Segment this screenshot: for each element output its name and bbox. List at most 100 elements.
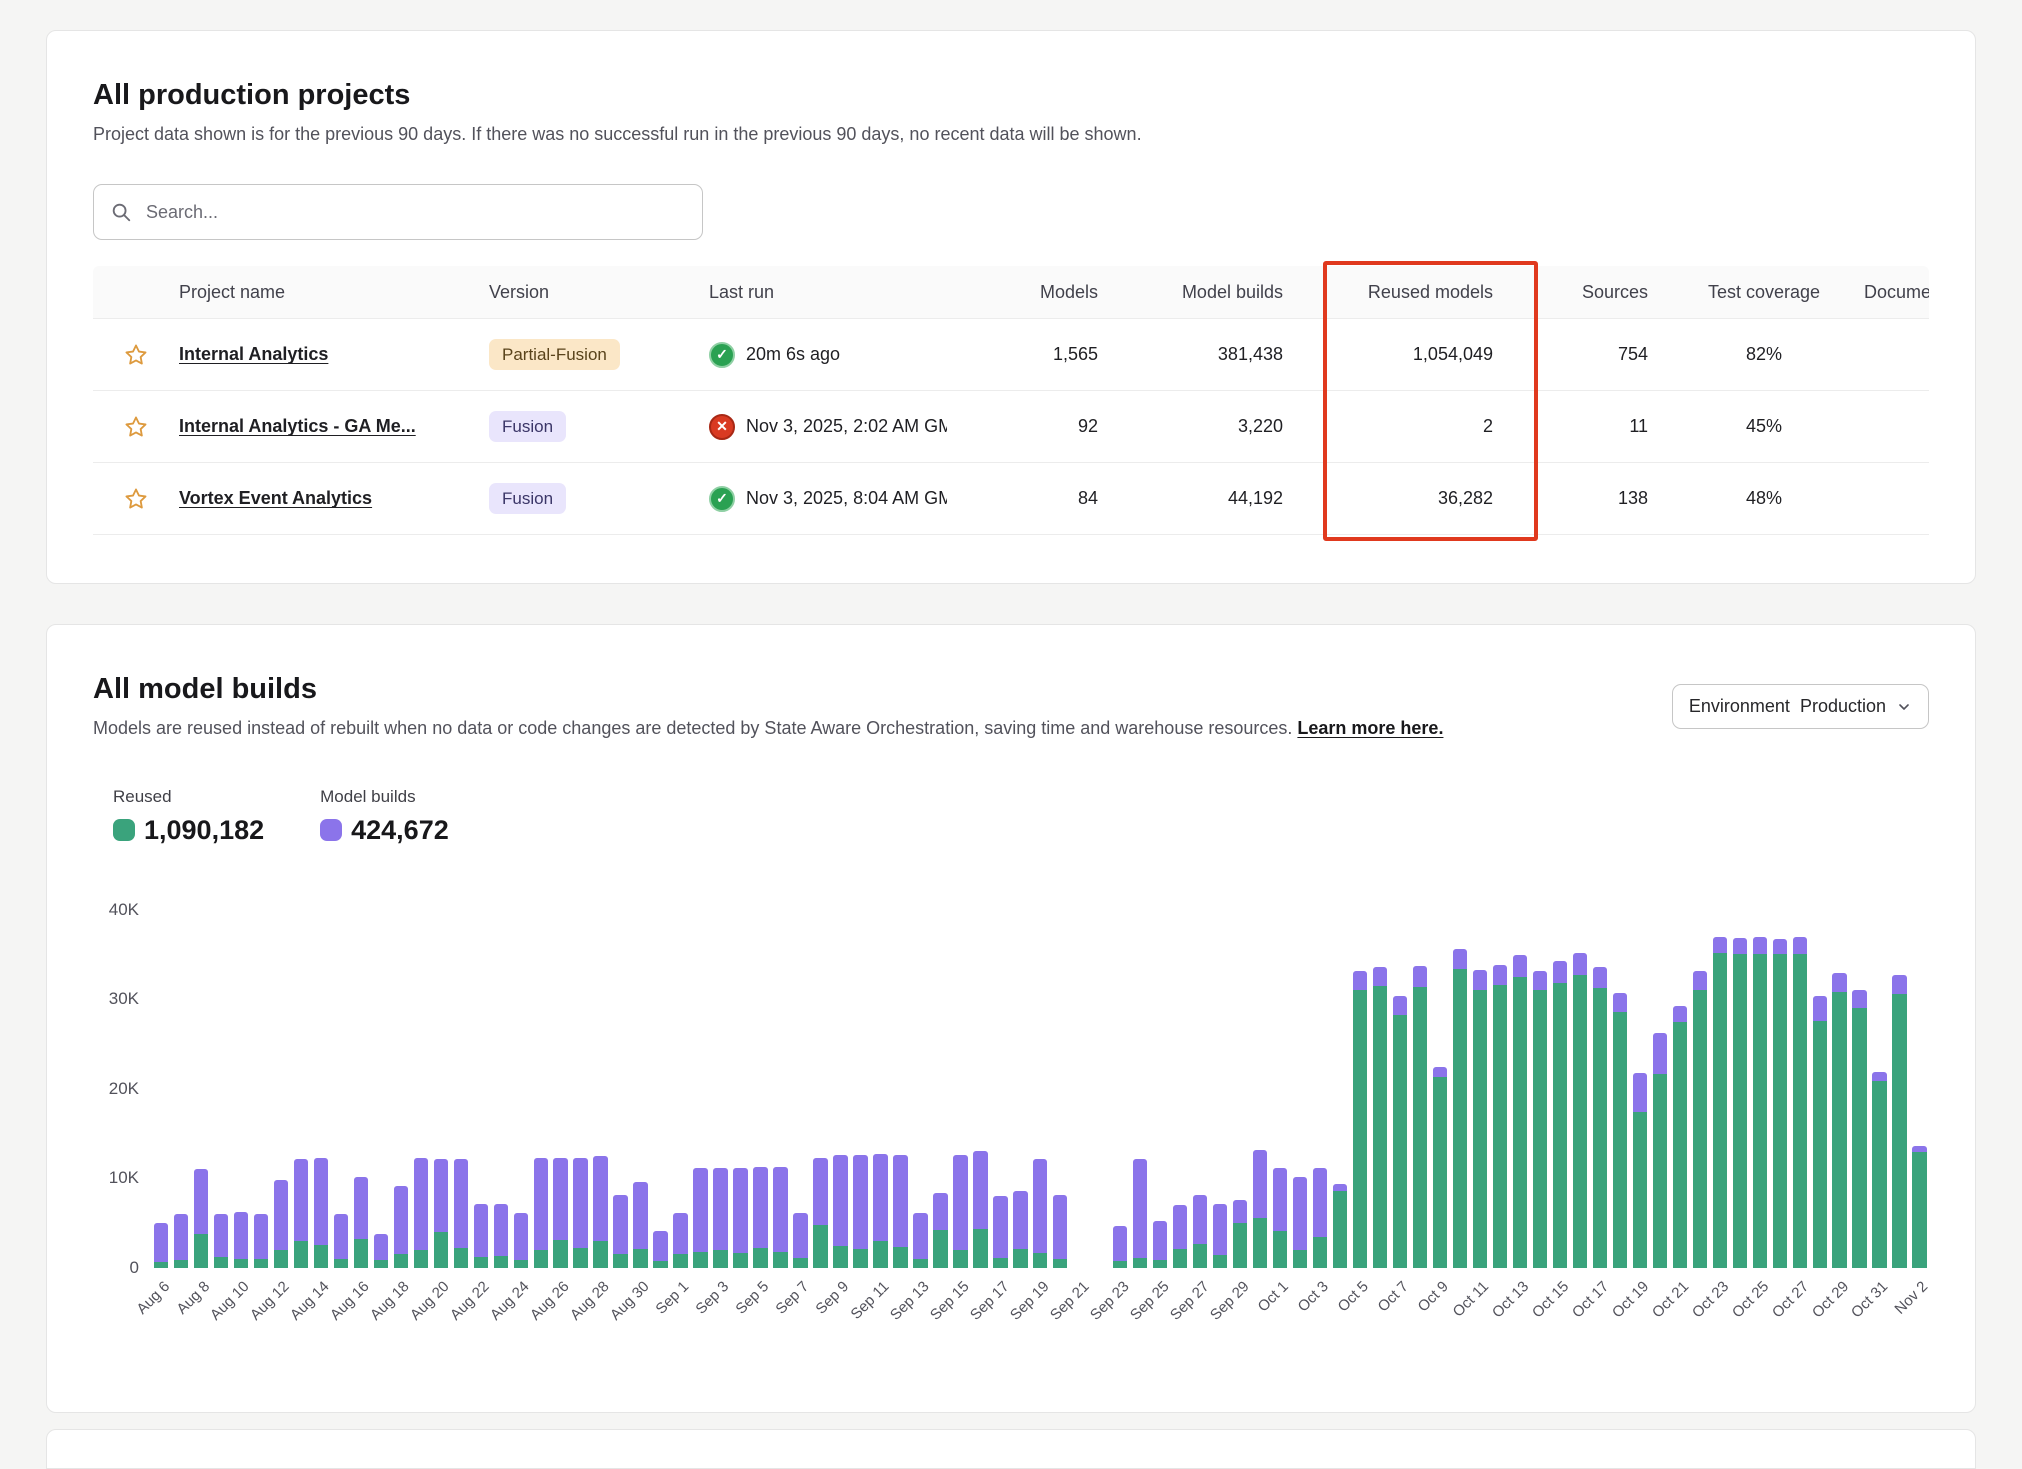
stacked-bar[interactable] <box>1433 1067 1447 1267</box>
stacked-bar[interactable] <box>1013 1191 1027 1268</box>
stacked-bar[interactable] <box>1832 973 1846 1267</box>
stacked-bar[interactable] <box>274 1180 288 1268</box>
stacked-bar[interactable] <box>993 1196 1007 1268</box>
stacked-bar[interactable] <box>1353 971 1367 1268</box>
stacked-bar[interactable] <box>873 1154 887 1268</box>
stacked-bar[interactable] <box>1213 1204 1227 1268</box>
stacked-bar[interactable] <box>973 1151 987 1267</box>
stacked-bar[interactable] <box>1633 1073 1647 1267</box>
project-name-link[interactable]: Internal Analytics <box>179 344 489 365</box>
stacked-bar[interactable] <box>713 1168 727 1267</box>
stacked-bar[interactable] <box>913 1213 927 1268</box>
stacked-bar[interactable] <box>214 1214 228 1268</box>
stacked-bar[interactable] <box>1333 1184 1347 1267</box>
stacked-bar[interactable] <box>593 1156 607 1268</box>
stacked-bar[interactable] <box>174 1214 188 1268</box>
stacked-bar[interactable] <box>1653 1033 1667 1267</box>
stacked-bar[interactable] <box>953 1155 967 1268</box>
project-search-box[interactable] <box>93 184 703 240</box>
stacked-bar[interactable] <box>1912 1146 1926 1268</box>
stacked-bar[interactable] <box>1593 967 1607 1268</box>
stacked-bar[interactable] <box>1033 1159 1047 1267</box>
stacked-bar[interactable] <box>833 1155 847 1268</box>
stacked-bar[interactable] <box>1693 971 1707 1268</box>
stacked-bar[interactable] <box>753 1167 767 1267</box>
stacked-bar[interactable] <box>1513 955 1527 1267</box>
stacked-bar[interactable] <box>234 1212 248 1268</box>
project-name-link[interactable]: Vortex Event Analytics <box>179 488 489 509</box>
favorite-star-icon[interactable] <box>93 342 179 368</box>
stacked-bar[interactable] <box>1413 966 1427 1268</box>
learn-more-link[interactable]: Learn more here. <box>1297 718 1443 738</box>
stacked-bar[interactable] <box>1113 1226 1127 1267</box>
stacked-bar[interactable] <box>1253 1150 1267 1267</box>
stacked-bar[interactable] <box>514 1213 528 1268</box>
stacked-bar[interactable] <box>673 1213 687 1268</box>
stacked-bar[interactable] <box>1193 1195 1207 1267</box>
stacked-bar[interactable] <box>1852 990 1866 1267</box>
stacked-bar[interactable] <box>414 1158 428 1267</box>
stacked-bar[interactable] <box>933 1193 947 1267</box>
stacked-bar[interactable] <box>534 1158 548 1267</box>
stacked-bar[interactable] <box>374 1234 388 1268</box>
stacked-bar[interactable] <box>813 1158 827 1267</box>
environment-select[interactable]: Environment Production <box>1672 684 1929 729</box>
stacked-bar[interactable] <box>1053 1195 1067 1268</box>
stacked-bar[interactable] <box>1733 938 1747 1267</box>
stacked-bar[interactable] <box>434 1159 448 1267</box>
stacked-bar[interactable] <box>1613 993 1627 1268</box>
stacked-bar[interactable] <box>1473 970 1487 1268</box>
stacked-bar[interactable] <box>1892 975 1906 1268</box>
stacked-bar[interactable] <box>893 1155 907 1268</box>
model-builds-segment <box>773 1167 787 1251</box>
stacked-bar[interactable] <box>314 1158 328 1267</box>
bar-slot: Sep 21 <box>1070 910 1090 1268</box>
stacked-bar[interactable] <box>1153 1221 1167 1268</box>
stacked-bar[interactable] <box>733 1168 747 1267</box>
stacked-bar[interactable] <box>1793 937 1807 1267</box>
stacked-bar[interactable] <box>1773 939 1787 1267</box>
stacked-bar[interactable] <box>1753 937 1767 1267</box>
stacked-bar[interactable] <box>653 1231 667 1268</box>
stacked-bar[interactable] <box>693 1168 707 1267</box>
stacked-bar[interactable] <box>474 1204 488 1267</box>
stacked-bar[interactable] <box>454 1159 468 1267</box>
stacked-bar[interactable] <box>1713 937 1727 1267</box>
stacked-bar[interactable] <box>793 1213 807 1268</box>
stacked-bar[interactable] <box>354 1177 368 1267</box>
search-input[interactable] <box>144 201 686 224</box>
stacked-bar[interactable] <box>334 1214 348 1268</box>
stacked-bar[interactable] <box>394 1186 408 1267</box>
stacked-bar[interactable] <box>633 1182 647 1268</box>
stacked-bar[interactable] <box>1553 961 1567 1268</box>
stacked-bar[interactable] <box>294 1159 308 1268</box>
stacked-bar[interactable] <box>1673 1006 1687 1267</box>
stacked-bar[interactable] <box>613 1195 627 1267</box>
stacked-bar[interactable] <box>1533 971 1547 1268</box>
stacked-bar[interactable] <box>1293 1177 1307 1267</box>
stacked-bar[interactable] <box>1373 967 1387 1268</box>
project-name-link[interactable]: Internal Analytics - GA Me... <box>179 416 489 437</box>
stacked-bar[interactable] <box>1813 996 1827 1267</box>
stacked-bar[interactable] <box>194 1169 208 1267</box>
stacked-bar[interactable] <box>1233 1200 1247 1268</box>
stacked-bar[interactable] <box>1493 965 1507 1267</box>
bar-slot: Sep 25 <box>1150 910 1170 1268</box>
stacked-bar[interactable] <box>553 1158 567 1268</box>
favorite-star-icon[interactable] <box>93 414 179 440</box>
stacked-bar[interactable] <box>254 1214 268 1268</box>
stacked-bar[interactable] <box>1393 996 1407 1267</box>
favorite-star-icon[interactable] <box>93 486 179 512</box>
stacked-bar[interactable] <box>1872 1072 1886 1267</box>
stacked-bar[interactable] <box>154 1223 168 1268</box>
stacked-bar[interactable] <box>1133 1159 1147 1268</box>
stacked-bar[interactable] <box>573 1158 587 1268</box>
stacked-bar[interactable] <box>773 1167 787 1267</box>
stacked-bar[interactable] <box>1173 1205 1187 1268</box>
stacked-bar[interactable] <box>494 1204 508 1267</box>
stacked-bar[interactable] <box>1313 1168 1327 1267</box>
stacked-bar[interactable] <box>1573 953 1587 1267</box>
stacked-bar[interactable] <box>1273 1168 1287 1267</box>
stacked-bar[interactable] <box>1453 949 1467 1268</box>
stacked-bar[interactable] <box>853 1155 867 1268</box>
